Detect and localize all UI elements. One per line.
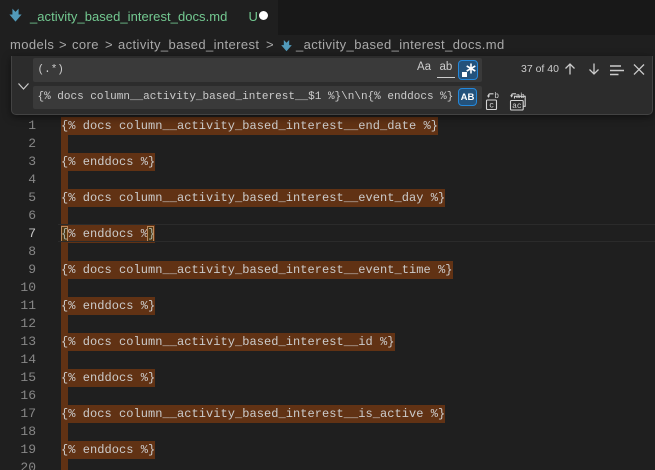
- svg-text:ac: ac: [512, 102, 522, 111]
- svg-text:c: c: [489, 102, 494, 111]
- svg-text:ab: ab: [516, 93, 525, 101]
- svg-text:b: b: [494, 92, 499, 101]
